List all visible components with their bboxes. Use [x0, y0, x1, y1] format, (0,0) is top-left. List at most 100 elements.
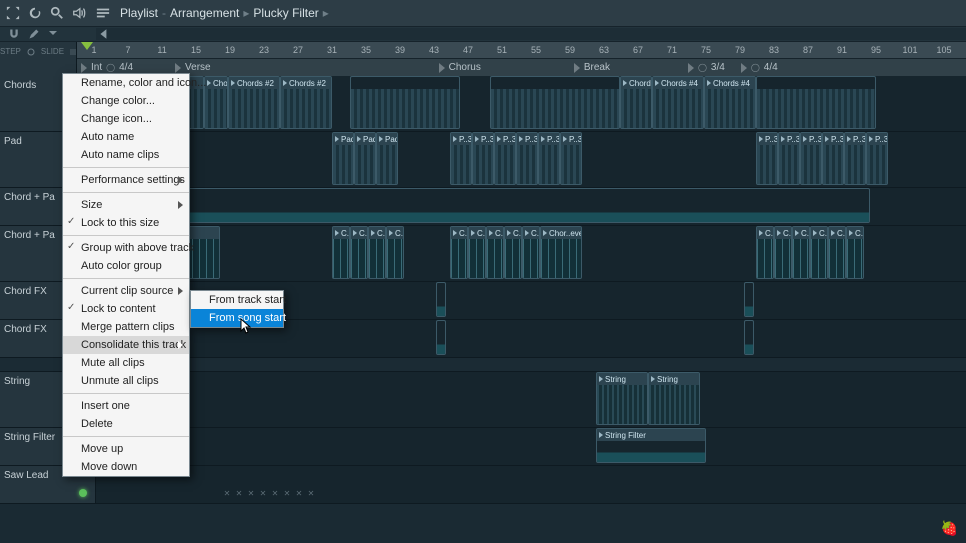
- bar-number[interactable]: 23: [247, 42, 281, 58]
- bar-number[interactable]: 43: [417, 42, 451, 58]
- track-lane[interactable]: [96, 188, 966, 225]
- bar-number[interactable]: 63: [587, 42, 621, 58]
- menu-item[interactable]: Group with above track: [63, 239, 189, 257]
- clip[interactable]: [436, 282, 446, 317]
- menu-item[interactable]: Auto color group: [63, 257, 189, 275]
- clip[interactable]: String: [596, 372, 648, 425]
- bar-number[interactable]: 47: [451, 42, 485, 58]
- track-lane[interactable]: ✕✕✕✕✕✕✕✕: [96, 466, 966, 503]
- clip[interactable]: C..b: [368, 226, 386, 279]
- bar-number[interactable]: 15: [179, 42, 213, 58]
- refresh-icon[interactable]: [28, 6, 42, 20]
- clip[interactable]: P..3: [450, 132, 472, 185]
- clip[interactable]: C..b: [810, 226, 828, 279]
- menu-item[interactable]: Current clip source: [63, 282, 189, 300]
- clip[interactable]: Chords #4: [652, 76, 704, 129]
- menu-item[interactable]: Lock to content: [63, 300, 189, 318]
- clip[interactable]: String: [648, 372, 700, 425]
- clip[interactable]: C..b: [756, 226, 774, 279]
- arrangement-marker[interactable]: Break: [570, 59, 614, 76]
- bar-number[interactable]: 67: [621, 42, 655, 58]
- pencil-icon[interactable]: [28, 28, 40, 40]
- menu-item[interactable]: Delete: [63, 415, 189, 433]
- bar-number[interactable]: 83: [757, 42, 791, 58]
- scroll-left-icon[interactable]: [98, 28, 110, 40]
- clip[interactable]: P..3: [844, 132, 866, 185]
- menu-item[interactable]: Rename, color and icon...: [63, 74, 189, 92]
- bar-numbers[interactable]: 1711151923273135394347515559636771757983…: [77, 42, 966, 59]
- menu-item[interactable]: Lock to this size: [63, 214, 189, 232]
- clip[interactable]: [744, 320, 754, 355]
- clip[interactable]: Chor..everb: [540, 226, 582, 279]
- playhead-marker[interactable]: [81, 42, 93, 50]
- clip[interactable]: P..3: [560, 132, 582, 185]
- menu-item[interactable]: Move down: [63, 458, 189, 476]
- bar-number[interactable]: 19: [213, 42, 247, 58]
- clip[interactable]: Chords #4: [620, 76, 652, 129]
- clip[interactable]: P..3: [822, 132, 844, 185]
- submenu-item[interactable]: From track start: [191, 291, 283, 309]
- clip[interactable]: C..b: [386, 226, 404, 279]
- expand-icon[interactable]: [6, 6, 20, 20]
- bar-number[interactable]: 55: [519, 42, 553, 58]
- bar-number[interactable]: 31: [315, 42, 349, 58]
- menu-item[interactable]: Size: [63, 196, 189, 214]
- menu-item[interactable]: Change color...: [63, 92, 189, 110]
- track-lane[interactable]: String Filter: [96, 428, 966, 465]
- step-label[interactable]: STEP: [0, 47, 21, 56]
- bar-number[interactable]: 75: [689, 42, 723, 58]
- clip[interactable]: C..b: [468, 226, 486, 279]
- clip[interactable]: Pad: [332, 132, 354, 185]
- clip[interactable]: C..b: [792, 226, 810, 279]
- clip[interactable]: [756, 76, 876, 129]
- track-lane[interactable]: or..everbC..bC..bC..bC..bC..bC..bC..bC..…: [96, 226, 966, 281]
- clip[interactable]: Chords #2: [228, 76, 280, 129]
- clip[interactable]: C..b: [350, 226, 368, 279]
- magnet-icon[interactable]: [8, 28, 20, 40]
- clip[interactable]: [436, 320, 446, 355]
- bar-number[interactable]: 27: [281, 42, 315, 58]
- menu-item[interactable]: Performance settings: [63, 171, 189, 189]
- clip[interactable]: C..b: [846, 226, 864, 279]
- bar-number[interactable]: 51: [485, 42, 519, 58]
- clip[interactable]: P..3: [756, 132, 778, 185]
- crumb-1[interactable]: Arrangement: [170, 6, 239, 20]
- clip[interactable]: [100, 188, 870, 223]
- bar-number[interactable]: 7: [111, 42, 145, 58]
- clip[interactable]: P..3: [866, 132, 888, 185]
- menu-item[interactable]: Merge pattern clips: [63, 318, 189, 336]
- bar-number[interactable]: 109: [961, 42, 966, 58]
- bar-number[interactable]: 79: [723, 42, 757, 58]
- bar-number[interactable]: 91: [825, 42, 859, 58]
- clip[interactable]: [490, 76, 620, 129]
- bar-number[interactable]: 35: [349, 42, 383, 58]
- submenu-item[interactable]: From song start: [191, 309, 283, 327]
- clip[interactable]: Pad: [376, 132, 398, 185]
- track-lane[interactable]: StringString: [96, 372, 966, 427]
- track-lane[interactable]: rds #2Chords #2Chords #2Chords #2Chords …: [96, 76, 966, 131]
- clip[interactable]: String Filter: [596, 428, 706, 463]
- clip[interactable]: P..3: [778, 132, 800, 185]
- arrangement-marker[interactable]: ◯4/4: [737, 59, 782, 76]
- clip[interactable]: C..b: [828, 226, 846, 279]
- bar-number[interactable]: 11: [145, 42, 179, 58]
- search-icon[interactable]: [50, 6, 64, 20]
- clip[interactable]: P..3: [494, 132, 516, 185]
- clip[interactable]: P..3: [800, 132, 822, 185]
- menu-item[interactable]: Auto name: [63, 128, 189, 146]
- clip[interactable]: Chords #2: [204, 76, 228, 129]
- bar-number[interactable]: 71: [655, 42, 689, 58]
- chevron-down-icon[interactable]: [48, 28, 58, 38]
- track-lane[interactable]: PadPadPadP..3P..3P..3P..3P..3P..3P..3P..…: [96, 132, 966, 187]
- clip[interactable]: [350, 76, 460, 129]
- bar-number[interactable]: 95: [859, 42, 893, 58]
- arrangement-markers[interactable]: Int◯4/4VerseChorusBreak◯3/4◯4/4: [77, 59, 966, 76]
- clip[interactable]: P..3: [516, 132, 538, 185]
- clip[interactable]: Pad: [354, 132, 376, 185]
- step-knob-icon[interactable]: [27, 48, 35, 56]
- volume-icon[interactable]: [72, 6, 86, 20]
- crumb-2[interactable]: Plucky Filter: [253, 6, 318, 20]
- arrangement-marker[interactable]: Chorus: [435, 59, 485, 76]
- clip[interactable]: [744, 282, 754, 317]
- menu-item[interactable]: Insert one: [63, 397, 189, 415]
